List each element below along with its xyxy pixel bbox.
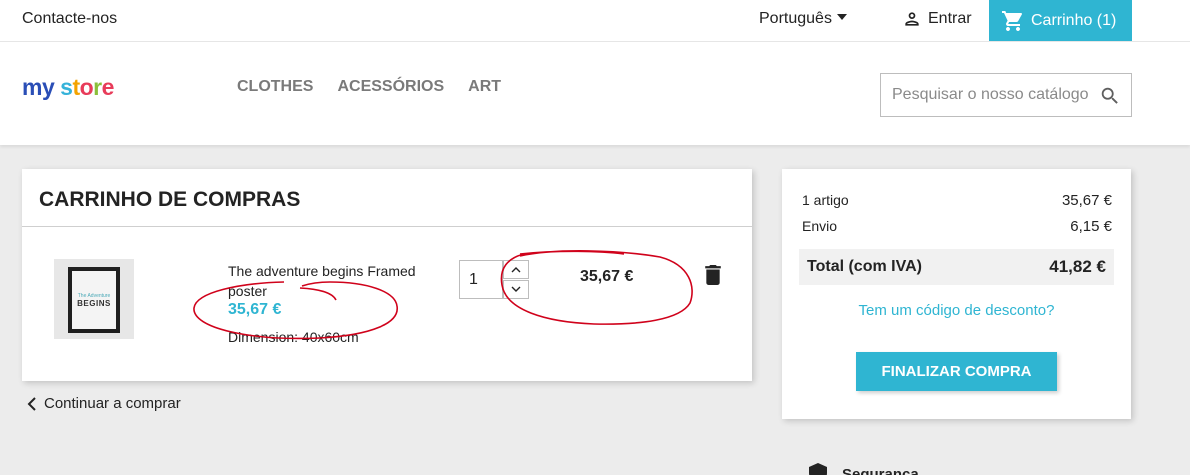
contact-link[interactable]: Contacte-nos bbox=[22, 10, 117, 28]
logo-part: e bbox=[101, 74, 115, 100]
menu-item-clothes[interactable]: CLOTHES bbox=[237, 78, 313, 96]
trash-icon bbox=[705, 265, 721, 285]
signin-label: Entrar bbox=[928, 10, 972, 27]
quantity-stepper bbox=[459, 260, 529, 299]
product-unit-price: 35,67 € bbox=[228, 301, 282, 318]
chevron-down-icon bbox=[511, 286, 521, 292]
quantity-decrease-button[interactable] bbox=[503, 280, 529, 299]
cart-button[interactable]: Carrinho (1) bbox=[989, 0, 1132, 41]
poster-art: The Adventure BEGINS bbox=[72, 271, 116, 329]
shipping-label: Envio bbox=[802, 218, 838, 234]
menu-item-art[interactable]: ART bbox=[468, 78, 501, 96]
top-nav: Contacte-nos Português Entrar Carrinho (… bbox=[0, 0, 1190, 42]
shipping-value: 6,15 € bbox=[1070, 218, 1112, 235]
poster-text-big: BEGINS bbox=[77, 298, 111, 308]
main-menu: CLOTHES ACESSÓRIOS ART bbox=[237, 78, 501, 96]
total-value: 41,82 € bbox=[1049, 257, 1106, 276]
cart-label: Carrinho (1) bbox=[1031, 11, 1117, 29]
logo-part: o bbox=[79, 74, 94, 100]
logo-part: s bbox=[60, 74, 73, 100]
language-label: Português bbox=[759, 10, 832, 27]
signin-link[interactable]: Entrar bbox=[902, 9, 972, 29]
store-logo[interactable]: my store bbox=[22, 74, 114, 101]
cart-summary: 1 artigo 35,67 € Envio 6,15 € Total (com… bbox=[782, 169, 1131, 419]
remove-item-button[interactable] bbox=[705, 265, 721, 290]
line-total-price: 35,67 € bbox=[580, 268, 634, 285]
reassurance-label: Segurança bbox=[842, 465, 919, 475]
items-subtotal: 35,67 € bbox=[1061, 192, 1112, 209]
summary-items-row: 1 artigo 35,67 € bbox=[802, 192, 1112, 209]
shield-icon bbox=[809, 463, 827, 475]
logo-part: t bbox=[72, 74, 80, 100]
product-name-link[interactable]: The adventure begins Framed poster bbox=[228, 261, 438, 301]
checkout-button[interactable]: FINALIZAR COMPRA bbox=[856, 352, 1057, 391]
summary-total-row: Total (com IVA) 41,82 € bbox=[799, 249, 1114, 285]
items-count-label: 1 artigo bbox=[802, 192, 849, 208]
logo-part: r bbox=[93, 74, 102, 100]
logo-part: my bbox=[22, 74, 55, 100]
chevron-left-icon bbox=[27, 396, 36, 411]
product-thumbnail[interactable]: The Adventure BEGINS bbox=[54, 259, 134, 339]
product-attribute: Dimension: 40x60cm bbox=[228, 329, 359, 345]
poster-frame: The Adventure BEGINS bbox=[68, 267, 120, 333]
menu-item-accessories[interactable]: ACESSÓRIOS bbox=[337, 78, 444, 96]
language-selector[interactable]: Português bbox=[759, 10, 847, 28]
continue-shopping-link[interactable]: Continuar a comprar bbox=[27, 395, 181, 412]
quantity-input[interactable] bbox=[459, 260, 503, 299]
cart-icon bbox=[1002, 10, 1022, 31]
continue-shopping-label: Continuar a comprar bbox=[44, 395, 181, 412]
cart-panel: CARRINHO DE COMPRAS The Adventure BEGINS… bbox=[22, 169, 752, 381]
search-icon[interactable] bbox=[1099, 85, 1121, 107]
cart-title: CARRINHO DE COMPRAS bbox=[39, 188, 301, 211]
chevron-up-icon bbox=[511, 267, 521, 273]
caret-down-icon bbox=[836, 14, 847, 20]
divider bbox=[22, 226, 752, 227]
promo-code-link[interactable]: Tem um código de desconto? bbox=[782, 302, 1131, 319]
quantity-increase-button[interactable] bbox=[503, 260, 529, 279]
total-label: Total (com IVA) bbox=[807, 258, 922, 275]
person-icon bbox=[905, 12, 919, 26]
summary-shipping-row: Envio 6,15 € bbox=[802, 218, 1112, 235]
reassurance-block: Segurança bbox=[806, 462, 919, 475]
site-header: my store CLOTHES ACESSÓRIOS ART bbox=[0, 42, 1190, 145]
search-input[interactable] bbox=[881, 74, 1101, 116]
search-box bbox=[880, 73, 1132, 117]
